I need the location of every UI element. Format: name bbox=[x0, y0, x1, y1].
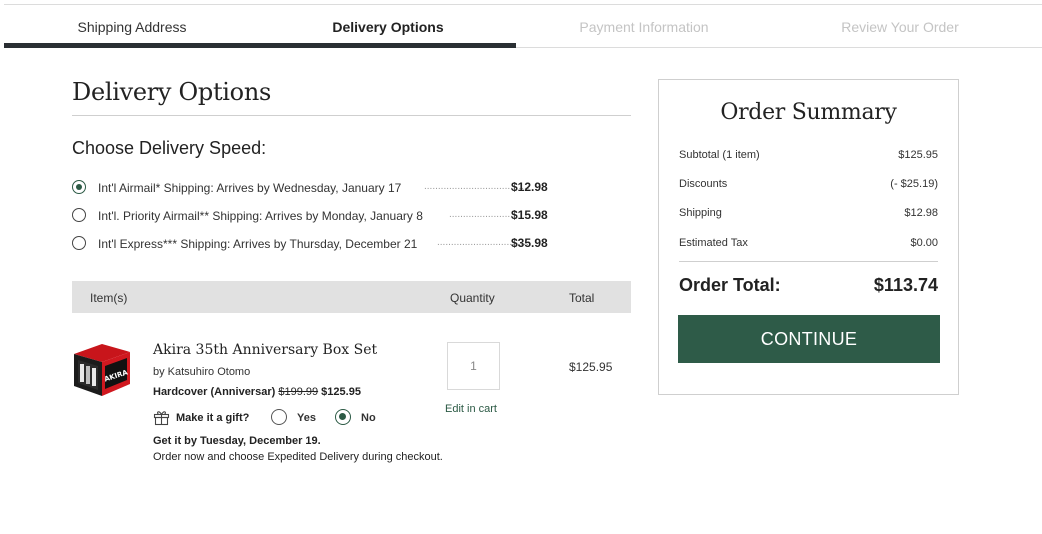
expedited-note: Order now and choose Expedited Delivery … bbox=[153, 451, 443, 463]
gift-label: Make it a gift? bbox=[176, 412, 250, 424]
radio-unselected-icon[interactable] bbox=[72, 208, 86, 222]
header-total: Total bbox=[569, 291, 595, 305]
delivery-speed-heading: Choose Delivery Speed: bbox=[72, 138, 267, 158]
order-total-value: $113.74 bbox=[873, 275, 938, 295]
step-payment-information: Payment Information bbox=[579, 19, 709, 35]
summary-row-discounts: Discounts (- $25.19) bbox=[679, 178, 938, 194]
summary-label: Shipping bbox=[679, 207, 722, 219]
continue-button[interactable]: CONTINUE bbox=[678, 315, 940, 363]
summary-value: (- $25.19) bbox=[890, 178, 938, 190]
gift-yes-label[interactable]: Yes bbox=[297, 412, 316, 424]
product-price: $125.95 bbox=[321, 386, 361, 398]
leader-dots: ........................ bbox=[449, 209, 516, 220]
items-table-header: Item(s) Quantity Total bbox=[72, 281, 631, 313]
step-delivery-options[interactable]: Delivery Options bbox=[260, 5, 516, 48]
summary-label: Subtotal (1 item) bbox=[679, 149, 760, 161]
delivery-option-price: $12.98 bbox=[511, 180, 548, 194]
summary-value: $0.00 bbox=[910, 237, 938, 249]
summary-value: $125.95 bbox=[898, 149, 938, 161]
stepper-progress-bar bbox=[4, 43, 516, 48]
summary-label: Discounts bbox=[679, 178, 728, 190]
gift-no-radio[interactable] bbox=[335, 409, 351, 425]
summary-row-shipping: Shipping $12.98 bbox=[679, 207, 938, 223]
header-quantity: Quantity bbox=[450, 291, 495, 305]
step-review-your-order: Review Your Order bbox=[841, 19, 959, 35]
order-total-row: Order Total: $113.74 bbox=[679, 275, 938, 299]
summary-label: Estimated Tax bbox=[679, 237, 748, 249]
item-total: $125.95 bbox=[569, 360, 613, 374]
product-image[interactable]: AKIRA bbox=[72, 340, 132, 398]
gift-icon bbox=[153, 411, 170, 426]
title-divider bbox=[72, 115, 631, 116]
product-original-price: $199.99 bbox=[278, 386, 319, 398]
delivery-option-airmail[interactable]: Int'l Airmail* Shipping: Arrives by Wedn… bbox=[72, 178, 552, 198]
product-title[interactable]: Akira 35th Anniversary Box Set bbox=[153, 342, 377, 358]
summary-row-tax: Estimated Tax $0.00 bbox=[679, 237, 938, 253]
product-format: Hardcover (Anniversar) bbox=[153, 386, 276, 398]
quantity-field[interactable]: 1 bbox=[447, 342, 500, 390]
order-summary-panel: Order Summary Subtotal (1 item) $125.95 … bbox=[658, 79, 959, 395]
gift-no-label[interactable]: No bbox=[361, 412, 376, 424]
delivery-option-express[interactable]: Int'l Express*** Shipping: Arrives by Th… bbox=[72, 234, 552, 254]
delivery-option-priority-airmail[interactable]: Int'l. Priority Airmail** Shipping: Arri… bbox=[72, 206, 552, 226]
header-items: Item(s) bbox=[90, 291, 128, 305]
order-summary-title: Order Summary bbox=[720, 100, 897, 125]
product-author: by Katsuhiro Otomo bbox=[153, 366, 251, 378]
summary-divider bbox=[679, 261, 938, 262]
delivery-option-price: $15.98 bbox=[511, 208, 548, 222]
summary-row-subtotal: Subtotal (1 item) $125.95 bbox=[679, 149, 938, 165]
summary-value: $12.98 bbox=[904, 207, 938, 219]
radio-selected-icon[interactable] bbox=[72, 180, 86, 194]
edit-in-cart-link[interactable]: Edit in cart bbox=[445, 403, 497, 415]
order-total-label: Order Total: bbox=[679, 275, 781, 295]
get-by-date: Get it by Tuesday, December 19. bbox=[153, 435, 321, 447]
radio-unselected-icon[interactable] bbox=[72, 236, 86, 250]
step-shipping-address[interactable]: Shipping Address bbox=[4, 5, 260, 48]
delivery-option-label[interactable]: Int'l Express*** Shipping: Arrives by Th… bbox=[98, 237, 417, 251]
page-title: Delivery Options bbox=[72, 78, 272, 106]
delivery-option-label[interactable]: Int'l Airmail* Shipping: Arrives by Wedn… bbox=[98, 181, 401, 195]
delivery-option-label[interactable]: Int'l. Priority Airmail** Shipping: Arri… bbox=[98, 209, 423, 223]
checkout-stepper: Shipping Address Delivery Options Paymen… bbox=[4, 4, 1042, 48]
gift-yes-radio[interactable] bbox=[271, 409, 287, 425]
delivery-option-price: $35.98 bbox=[511, 236, 548, 250]
product-format-price: Hardcover (Anniversar) $199.99 $125.95 bbox=[153, 386, 361, 398]
